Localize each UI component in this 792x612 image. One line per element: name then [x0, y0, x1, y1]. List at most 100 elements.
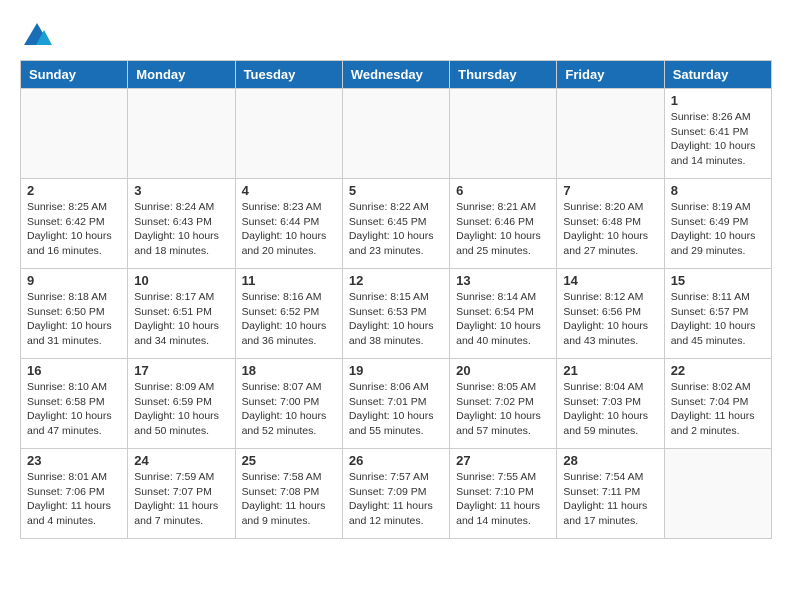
day-info: Sunrise: 8:11 AM Sunset: 6:57 PM Dayligh…: [671, 290, 765, 349]
day-of-week-monday: Monday: [128, 61, 235, 89]
calendar-cell: 14 Sunrise: 8:12 AM Sunset: 6:56 PM Dayli…: [557, 269, 664, 359]
day-number: 7: [563, 183, 657, 198]
calendar-cell: 15 Sunrise: 8:11 AM Sunset: 6:57 PM Dayli…: [664, 269, 771, 359]
calendar-header-row: SundayMondayTuesdayWednesdayThursdayFrid…: [21, 61, 772, 89]
calendar-cell: 24Sunrise: 7:59 AM Sunset: 7:07 PM Dayli…: [128, 449, 235, 539]
day-info: Sunrise: 8:15 AM Sunset: 6:53 PM Dayligh…: [349, 290, 443, 349]
day-info: Sunrise: 8:02 AM Sunset: 7:04 PM Dayligh…: [671, 380, 765, 439]
calendar-cell: 25Sunrise: 7:58 AM Sunset: 7:08 PM Dayli…: [235, 449, 342, 539]
calendar-cell: 16 Sunrise: 8:10 AM Sunset: 6:58 PM Dayli…: [21, 359, 128, 449]
day-info: Sunrise: 8:04 AM Sunset: 7:03 PM Dayligh…: [563, 380, 657, 439]
day-info: Sunrise: 8:17 AM Sunset: 6:51 PM Dayligh…: [134, 290, 228, 349]
day-of-week-wednesday: Wednesday: [342, 61, 449, 89]
day-number: 11: [242, 273, 336, 288]
calendar-cell: [664, 449, 771, 539]
calendar-week-2: 2 Sunrise: 8:25 AM Sunset: 6:42 PM Daylig…: [21, 179, 772, 269]
day-info: Sunrise: 7:57 AM Sunset: 7:09 PM Dayligh…: [349, 470, 443, 529]
header: [20, 20, 772, 50]
calendar-cell: 23 Sunrise: 8:01 AM Sunset: 7:06 PM Dayli…: [21, 449, 128, 539]
day-info: Sunrise: 7:55 AM Sunset: 7:10 PM Dayligh…: [456, 470, 550, 529]
day-number: 1: [671, 93, 765, 108]
calendar-cell: 6 Sunrise: 8:21 AM Sunset: 6:46 PM Daylig…: [450, 179, 557, 269]
calendar-week-4: 16 Sunrise: 8:10 AM Sunset: 6:58 PM Dayli…: [21, 359, 772, 449]
day-info: Sunrise: 8:12 AM Sunset: 6:56 PM Dayligh…: [563, 290, 657, 349]
calendar-cell: 18 Sunrise: 8:07 AM Sunset: 7:00 PM Dayli…: [235, 359, 342, 449]
calendar-cell: 2 Sunrise: 8:25 AM Sunset: 6:42 PM Daylig…: [21, 179, 128, 269]
day-info: Sunrise: 8:16 AM Sunset: 6:52 PM Dayligh…: [242, 290, 336, 349]
calendar-cell: 19Sunrise: 8:06 AM Sunset: 7:01 PM Dayli…: [342, 359, 449, 449]
day-info: Sunrise: 8:06 AM Sunset: 7:01 PM Dayligh…: [349, 380, 443, 439]
day-number: 16: [27, 363, 121, 378]
day-info: Sunrise: 8:10 AM Sunset: 6:58 PM Dayligh…: [27, 380, 121, 439]
day-of-week-thursday: Thursday: [450, 61, 557, 89]
day-info: Sunrise: 8:26 AM Sunset: 6:41 PM Dayligh…: [671, 110, 765, 169]
day-of-week-sunday: Sunday: [21, 61, 128, 89]
day-number: 6: [456, 183, 550, 198]
day-info: Sunrise: 8:25 AM Sunset: 6:42 PM Dayligh…: [27, 200, 121, 259]
calendar-week-3: 9 Sunrise: 8:18 AM Sunset: 6:50 PM Daylig…: [21, 269, 772, 359]
calendar-week-5: 23 Sunrise: 8:01 AM Sunset: 7:06 PM Dayli…: [21, 449, 772, 539]
calendar-body: 1 Sunrise: 8:26 AM Sunset: 6:41 PM Daylig…: [21, 89, 772, 539]
calendar-cell: 20 Sunrise: 8:05 AM Sunset: 7:02 PM Dayli…: [450, 359, 557, 449]
day-info: Sunrise: 8:05 AM Sunset: 7:02 PM Dayligh…: [456, 380, 550, 439]
day-info: Sunrise: 8:14 AM Sunset: 6:54 PM Dayligh…: [456, 290, 550, 349]
day-number: 4: [242, 183, 336, 198]
day-info: Sunrise: 7:54 AM Sunset: 7:11 PM Dayligh…: [563, 470, 657, 529]
day-number: 22: [671, 363, 765, 378]
calendar-cell: 28 Sunrise: 7:54 AM Sunset: 7:11 PM Dayli…: [557, 449, 664, 539]
day-info: Sunrise: 7:58 AM Sunset: 7:08 PM Dayligh…: [242, 470, 336, 529]
logo: [20, 20, 52, 50]
calendar-cell: 1 Sunrise: 8:26 AM Sunset: 6:41 PM Daylig…: [664, 89, 771, 179]
calendar-cell: 17 Sunrise: 8:09 AM Sunset: 6:59 PM Dayli…: [128, 359, 235, 449]
day-number: 18: [242, 363, 336, 378]
day-info: Sunrise: 8:18 AM Sunset: 6:50 PM Dayligh…: [27, 290, 121, 349]
day-number: 10: [134, 273, 228, 288]
day-info: Sunrise: 8:01 AM Sunset: 7:06 PM Dayligh…: [27, 470, 121, 529]
day-number: 3: [134, 183, 228, 198]
day-info: Sunrise: 8:07 AM Sunset: 7:00 PM Dayligh…: [242, 380, 336, 439]
day-of-week-friday: Friday: [557, 61, 664, 89]
calendar-cell: [235, 89, 342, 179]
day-number: 9: [27, 273, 121, 288]
day-info: Sunrise: 8:24 AM Sunset: 6:43 PM Dayligh…: [134, 200, 228, 259]
day-info: Sunrise: 8:09 AM Sunset: 6:59 PM Dayligh…: [134, 380, 228, 439]
day-number: 8: [671, 183, 765, 198]
calendar-cell: 3 Sunrise: 8:24 AM Sunset: 6:43 PM Daylig…: [128, 179, 235, 269]
calendar-cell: 26 Sunrise: 7:57 AM Sunset: 7:09 PM Dayli…: [342, 449, 449, 539]
day-info: Sunrise: 8:21 AM Sunset: 6:46 PM Dayligh…: [456, 200, 550, 259]
day-info: Sunrise: 8:20 AM Sunset: 6:48 PM Dayligh…: [563, 200, 657, 259]
day-info: Sunrise: 8:23 AM Sunset: 6:44 PM Dayligh…: [242, 200, 336, 259]
day-number: 20: [456, 363, 550, 378]
day-number: 14: [563, 273, 657, 288]
day-number: 26: [349, 453, 443, 468]
calendar-cell: 7 Sunrise: 8:20 AM Sunset: 6:48 PM Daylig…: [557, 179, 664, 269]
day-info: Sunrise: 8:19 AM Sunset: 6:49 PM Dayligh…: [671, 200, 765, 259]
day-info: Sunrise: 7:59 AM Sunset: 7:07 PM Dayligh…: [134, 470, 228, 529]
calendar-cell: 10 Sunrise: 8:17 AM Sunset: 6:51 PM Dayli…: [128, 269, 235, 359]
day-number: 17: [134, 363, 228, 378]
calendar-cell: 9 Sunrise: 8:18 AM Sunset: 6:50 PM Daylig…: [21, 269, 128, 359]
day-number: 12: [349, 273, 443, 288]
calendar-cell: 5 Sunrise: 8:22 AM Sunset: 6:45 PM Daylig…: [342, 179, 449, 269]
calendar-cell: 21 Sunrise: 8:04 AM Sunset: 7:03 PM Dayli…: [557, 359, 664, 449]
day-of-week-tuesday: Tuesday: [235, 61, 342, 89]
day-info: Sunrise: 8:22 AM Sunset: 6:45 PM Dayligh…: [349, 200, 443, 259]
day-of-week-saturday: Saturday: [664, 61, 771, 89]
calendar-cell: [128, 89, 235, 179]
day-number: 28: [563, 453, 657, 468]
day-number: 21: [563, 363, 657, 378]
calendar-cell: [557, 89, 664, 179]
calendar-cell: [342, 89, 449, 179]
calendar-cell: [450, 89, 557, 179]
calendar-cell: 11 Sunrise: 8:16 AM Sunset: 6:52 PM Dayli…: [235, 269, 342, 359]
day-number: 23: [27, 453, 121, 468]
day-number: 2: [27, 183, 121, 198]
day-number: 27: [456, 453, 550, 468]
calendar-week-1: 1 Sunrise: 8:26 AM Sunset: 6:41 PM Daylig…: [21, 89, 772, 179]
calendar-cell: [21, 89, 128, 179]
logo-icon: [22, 20, 52, 50]
calendar-cell: 4 Sunrise: 8:23 AM Sunset: 6:44 PM Daylig…: [235, 179, 342, 269]
day-number: 15: [671, 273, 765, 288]
day-number: 5: [349, 183, 443, 198]
calendar-cell: 8 Sunrise: 8:19 AM Sunset: 6:49 PM Daylig…: [664, 179, 771, 269]
